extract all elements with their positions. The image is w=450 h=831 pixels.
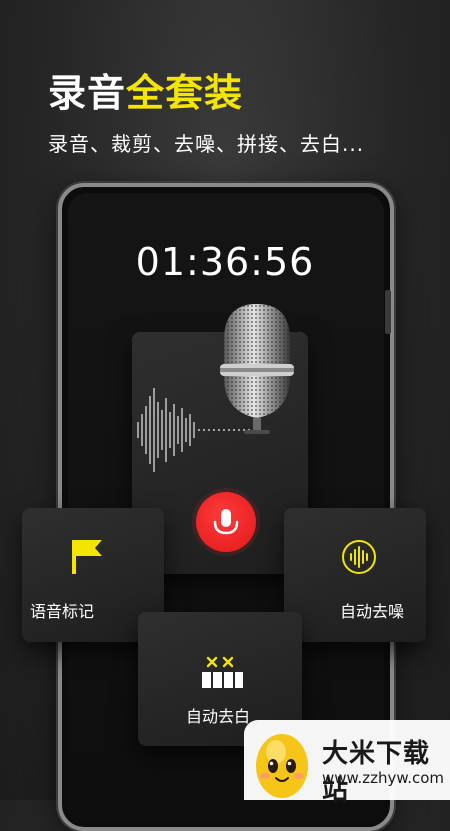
recording-timer: 01:36:56 (135, 240, 315, 284)
page-subtitle: 录音、裁剪、去噪、拼接、去白... (48, 132, 365, 156)
phone-side-button (385, 290, 391, 334)
flag-icon (72, 540, 102, 574)
auto-denoise-label: 自动去噪 (340, 602, 405, 621)
waveform-icon (342, 540, 376, 574)
auto-remove-silence-label: 自动去白 (186, 707, 251, 726)
record-button[interactable] (196, 492, 256, 552)
voice-mark-label: 语音标记 (30, 602, 95, 621)
record-mic-icon (213, 509, 239, 535)
microphone-icon (220, 304, 294, 434)
corn-mascot-logo (256, 734, 308, 798)
title-part-yellow: 全套装 (126, 71, 244, 115)
page-title: 录音全套装 (48, 62, 243, 117)
trim-icon (202, 656, 243, 688)
title-part-white: 录音 (48, 71, 127, 115)
watermark-site-url: www.zzhyw.com (322, 769, 445, 787)
